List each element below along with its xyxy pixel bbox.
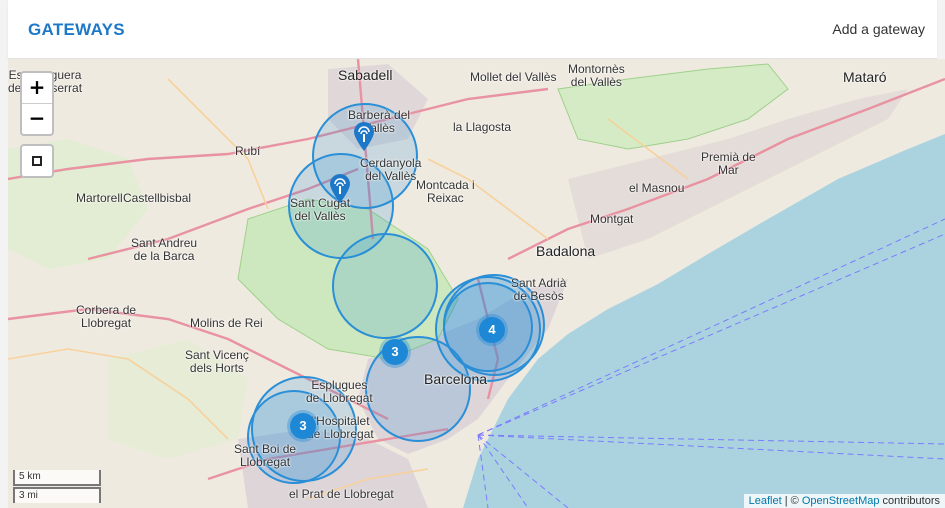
zoom-out-button[interactable]: − bbox=[22, 104, 52, 134]
gateway-cluster[interactable]: 3 bbox=[382, 339, 408, 365]
gateway-map[interactable]: Sabadell Mataró Badalona Barcelona Mollet de… bbox=[8, 59, 945, 508]
place-label: Mataró bbox=[843, 69, 887, 85]
place-label: Rubí bbox=[235, 144, 261, 158]
place-label: Montornès del Vallès bbox=[568, 62, 625, 89]
place-label: Martorell bbox=[76, 191, 123, 205]
place-label: Castellbisbal bbox=[123, 191, 192, 205]
page-header: GATEWAYS Add a gateway bbox=[8, 0, 937, 59]
place-label: Premià de Mar bbox=[701, 150, 756, 177]
place-label: Barcelona bbox=[424, 371, 488, 387]
add-gateway-link[interactable]: Add a gateway bbox=[832, 21, 925, 37]
draw-rectangle-button[interactable] bbox=[20, 144, 54, 178]
square-icon bbox=[32, 156, 42, 166]
place-label: Sant Andreu de la Barca bbox=[131, 236, 198, 263]
gateway-cluster[interactable]: 3 bbox=[290, 413, 316, 439]
place-label: l'Hospitalet de Llobregat bbox=[307, 414, 374, 441]
place-label: Montcada i Reixac bbox=[416, 178, 475, 205]
gateway-cluster[interactable]: 4 bbox=[479, 317, 505, 343]
map-attribution: Leaflet | © OpenStreetMap contributors bbox=[743, 494, 945, 508]
place-label: Esplugues de Llobregat bbox=[306, 378, 373, 405]
place-label: el Prat de Llobregat bbox=[289, 487, 394, 501]
scale-mi: 3 mi bbox=[13, 487, 101, 503]
leaflet-link[interactable]: Leaflet bbox=[749, 495, 782, 507]
place-label: el Masnou bbox=[629, 181, 685, 195]
place-label: la Llagosta bbox=[453, 120, 512, 134]
attribution-suffix: contributors bbox=[879, 495, 940, 507]
osm-link[interactable]: OpenStreetMap bbox=[802, 495, 880, 507]
gateway-marker-icon[interactable] bbox=[353, 122, 375, 152]
attribution-separator: | © bbox=[781, 495, 802, 507]
scale-km: 5 km bbox=[13, 470, 101, 486]
zoom-in-button[interactable]: + bbox=[22, 73, 52, 104]
place-label: Sabadell bbox=[338, 67, 393, 83]
place-label: Montgat bbox=[590, 212, 634, 226]
place-label: Mollet del Vallès bbox=[470, 70, 557, 84]
place-label: Cerdanyola del Vallès bbox=[360, 156, 422, 183]
scale-bar: 5 km 3 mi bbox=[13, 470, 101, 503]
place-label: Sant Vicenç dels Horts bbox=[185, 348, 249, 375]
gateway-marker-icon[interactable] bbox=[329, 174, 351, 204]
place-label: Corbera de Llobregat bbox=[76, 303, 137, 330]
zoom-control: + − bbox=[20, 71, 54, 136]
page-title: GATEWAYS bbox=[28, 20, 125, 39]
place-label: Molins de Rei bbox=[190, 316, 263, 330]
place-label: Sant Adrià de Besòs bbox=[511, 276, 567, 303]
place-label: Badalona bbox=[536, 243, 596, 259]
place-label: Sant Boi de Llobregat bbox=[234, 442, 297, 469]
